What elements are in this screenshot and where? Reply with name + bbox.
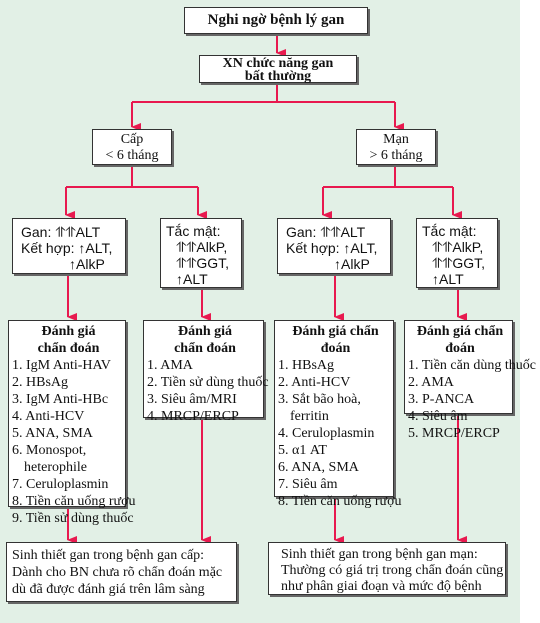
abnormal-line2: bất thường	[244, 69, 312, 84]
chronic-biopsy-line3: như phân giai đoạn và mức độ bệnh	[281, 579, 482, 594]
acute-hep-line2: Kết hợp: ↑ALT,	[21, 240, 113, 256]
chronic-biopsy-line1: Sinh thiết gan trong bệnh gan mạn:	[281, 547, 478, 562]
acute-hep-eval-heading2: chẩn đoán	[37, 341, 100, 356]
test-list-item: 5. ANA, SMA	[12, 426, 93, 441]
test-list-item: 1. IgM Anti-HAV	[12, 358, 111, 373]
chronic-hepatocellular-pattern-box: Gan: ⥣⥣ALT Kết hợp: ↑ALT, ↑AlkP	[277, 218, 391, 274]
test-list-item: 3. Sắt bão hoà,	[278, 392, 361, 407]
chronic-cholestatic-pattern-box: Tắc mật: ⥣⥣AlkP, ⥣⥣GGT, ↑ALT	[416, 218, 498, 288]
chronic-chol-line3: ⥣⥣GGT,	[432, 255, 486, 271]
acute-hepatocellular-pattern-box: Gan: ⥣⥣ALT Kết hợp: ↑ALT, ↑AlkP	[12, 218, 126, 274]
chronic-chol-line4: ↑ALT	[432, 271, 464, 287]
test-list-item: 4. Siêu âm	[408, 409, 468, 424]
test-list-item: 2. Anti-HCV	[278, 375, 351, 390]
chronic-hep-line3: ↑AlkP	[334, 256, 370, 272]
acute-chol-line1: Tắc mật:	[166, 223, 221, 239]
chronic-line1: Mạn	[383, 132, 409, 147]
test-list-item: 3. P-ANCA	[408, 392, 475, 407]
acute-hep-eval-heading1: Đánh giá	[41, 324, 96, 339]
test-list-item: 5. MRCP/ERCP	[408, 426, 500, 441]
test-list-item: 9. Tiền sử dùng thuốc	[12, 511, 134, 526]
acute-chol-eval-heading1: Đánh giá	[177, 324, 233, 339]
acute-box: Cấp < 6 tháng	[92, 129, 172, 165]
test-list-item: 4. Ceruloplasmin	[278, 426, 375, 441]
test-list-item: 8. Tiền căn uống rượu	[278, 494, 402, 509]
chronic-hep-line1: Gan: ⥣⥣ALT	[286, 224, 366, 240]
chronic-hep-eval-heading1: Đánh giá chẩn	[292, 324, 379, 339]
acute-hep-line3: ↑AlkP	[69, 256, 105, 272]
abnormal-lft-box: XN chức năng gan bất thường	[199, 55, 357, 84]
test-list-item: 5. α1 AT	[278, 443, 327, 458]
test-list-item: 8. Tiền căn uống rượu	[12, 494, 136, 509]
chronic-biopsy-line2: Thường có giá trị trong chẩn đoán cũng	[281, 563, 504, 578]
title-text: Nghi ngờ bệnh lý gan	[207, 12, 345, 28]
chronic-hep-eval-heading2: đoán	[320, 341, 351, 356]
test-list-item: 3. Siêu âm/MRI	[147, 392, 237, 407]
acute-chol-line2: ⥣⥣AlkP,	[176, 239, 228, 255]
test-list-item: 2. Tiền sử dùng thuốc	[147, 375, 269, 390]
acute-chol-line4: ↑ALT	[176, 271, 208, 287]
test-list-item: heterophile	[24, 460, 87, 475]
acute-line2: < 6 tháng	[105, 148, 159, 163]
chronic-biopsy-box: Sinh thiết gan trong bệnh gan mạn: Thườn…	[268, 542, 506, 595]
acute-hepatic-test-list: 1. IgM Anti-HAV 2. HBsAg 3. IgM Anti-HBc 4.…	[12, 357, 136, 527]
chronic-hep-line2: Kết hợp: ↑ALT,	[286, 240, 378, 256]
test-list-item: ferritin	[290, 409, 329, 424]
acute-line1: Cấp	[120, 132, 144, 147]
chronic-hepatic-workup-box: Đánh giá chẩn đoán 1. HBsAg 2. Anti-HCV 3.…	[274, 320, 402, 509]
test-list-item: 1. Tiền căn dùng thuốc	[408, 358, 536, 373]
acute-hepatic-workup-box: Đánh giá chẩn đoán 1. IgM Anti-HAV 2. HBs…	[8, 320, 136, 526]
test-list-item: 4. Anti-HCV	[12, 409, 85, 424]
acute-cholestatic-test-list: 1. AMA 2. Tiền sử dùng thuốc 3. Siêu âm/MR…	[147, 357, 269, 425]
chronic-cholestatic-workup-box: Đánh giá chẩn đoán 1. Tiền căn dùng thuố…	[404, 320, 536, 441]
acute-cholestatic-pattern-box: Tắc mật: ⥣⥣AlkP, ⥣⥣GGT, ↑ALT	[160, 218, 242, 288]
acute-biopsy-line3: dù đã được đánh giá trên lâm sàng	[12, 582, 205, 597]
acute-cholestatic-workup-box: Đánh giá chẩn đoán 1. AMA 2. Tiền sử dùng…	[143, 320, 269, 424]
test-list-item: 1. HBsAg	[278, 358, 335, 373]
test-list-item: 2. HBsAg	[12, 375, 69, 390]
test-list-item: 2. AMA	[408, 375, 454, 390]
chronic-chol-eval-heading1: Đánh giá chẩn	[416, 324, 504, 339]
test-list-item: 6. ANA, SMA	[278, 460, 359, 475]
suspected-liver-disease-box: Nghi ngờ bệnh lý gan	[184, 7, 368, 34]
test-list-item: 3. IgM Anti-HBc	[12, 392, 109, 407]
chronic-hepatic-test-list: 1. HBsAg 2. Anti-HCV 3. Sắt bão hoà, ferrit…	[278, 357, 402, 510]
test-list-item: 1. AMA	[147, 358, 193, 373]
chronic-box: Mạn > 6 tháng	[356, 129, 436, 165]
test-list-item: 7. Ceruloplasmin	[12, 477, 109, 492]
acute-hep-line1: Gan: ⥣⥣ALT	[21, 224, 101, 240]
acute-chol-line3: ⥣⥣GGT,	[176, 255, 230, 271]
chronic-chol-line2: ⥣⥣AlkP,	[432, 239, 484, 255]
test-list-item: 7. Siêu âm	[278, 477, 338, 492]
test-list-item: 6. Monospot,	[12, 443, 87, 458]
test-list-item: 4. MRCP/ERCP	[147, 409, 239, 424]
acute-biopsy-line1: Sinh thiết gan trong bệnh gan cấp:	[12, 548, 205, 563]
chronic-chol-line1: Tắc mật:	[422, 223, 477, 239]
chronic-cholestatic-test-list: 1. Tiền căn dùng thuốc 2. AMA 3. P-ANCA 4. …	[408, 357, 536, 442]
acute-biopsy-line2: Dành cho BN chưa rõ chẩn đoán mặc	[12, 565, 223, 580]
acute-biopsy-box: Sinh thiết gan trong bệnh gan cấp: Dành …	[6, 542, 237, 602]
chronic-chol-eval-heading2: đoán	[445, 341, 475, 356]
acute-chol-eval-heading2: chẩn đoán	[174, 341, 236, 356]
chronic-line2: > 6 tháng	[369, 148, 423, 163]
flow-connectors	[65, 34, 467, 544]
